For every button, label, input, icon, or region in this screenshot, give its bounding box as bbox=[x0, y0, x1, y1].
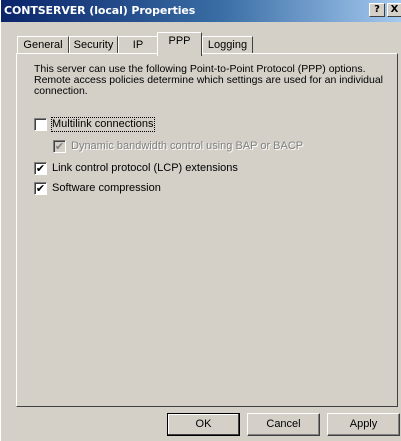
close-button[interactable]: X bbox=[387, 3, 401, 17]
software-compression-checkbox[interactable]: ✔ bbox=[34, 182, 47, 195]
title-bar[interactable]: CONTSERVER (local) Properties ? X bbox=[1, 0, 401, 22]
window-title: CONTSERVER (local) Properties bbox=[4, 4, 196, 17]
help-button[interactable]: ? bbox=[369, 3, 385, 17]
cancel-button[interactable]: Cancel bbox=[247, 413, 320, 436]
ppp-description: This server can use the following Point-… bbox=[34, 63, 384, 97]
tab-logging[interactable]: Logging bbox=[202, 36, 253, 54]
apply-button[interactable]: Apply bbox=[327, 413, 400, 436]
multilink-checkbox[interactable] bbox=[34, 118, 47, 131]
tab-ip[interactable]: IP bbox=[118, 36, 158, 54]
lcp-extensions-checkbox[interactable]: ✔ bbox=[34, 162, 47, 175]
ok-button[interactable]: OK bbox=[167, 413, 240, 436]
dynamic-bandwidth-checkbox: ✔ bbox=[53, 140, 66, 153]
dynamic-bandwidth-label: Dynamic bandwidth control using BAP or B… bbox=[71, 140, 304, 152]
lcp-extensions-label[interactable]: Link control protocol (LCP) extensions bbox=[52, 162, 238, 175]
software-compression-label[interactable]: Software compression bbox=[52, 182, 161, 195]
tab-ppp[interactable]: PPP bbox=[157, 32, 202, 56]
tab-general[interactable]: General bbox=[17, 36, 69, 54]
tab-security[interactable]: Security bbox=[69, 36, 118, 54]
multilink-label[interactable]: Multilink connections bbox=[51, 117, 155, 132]
ppp-tab-panel: This server can use the following Point-… bbox=[16, 53, 398, 407]
properties-dialog: CONTSERVER (local) Properties ? X Genera… bbox=[0, 0, 401, 441]
